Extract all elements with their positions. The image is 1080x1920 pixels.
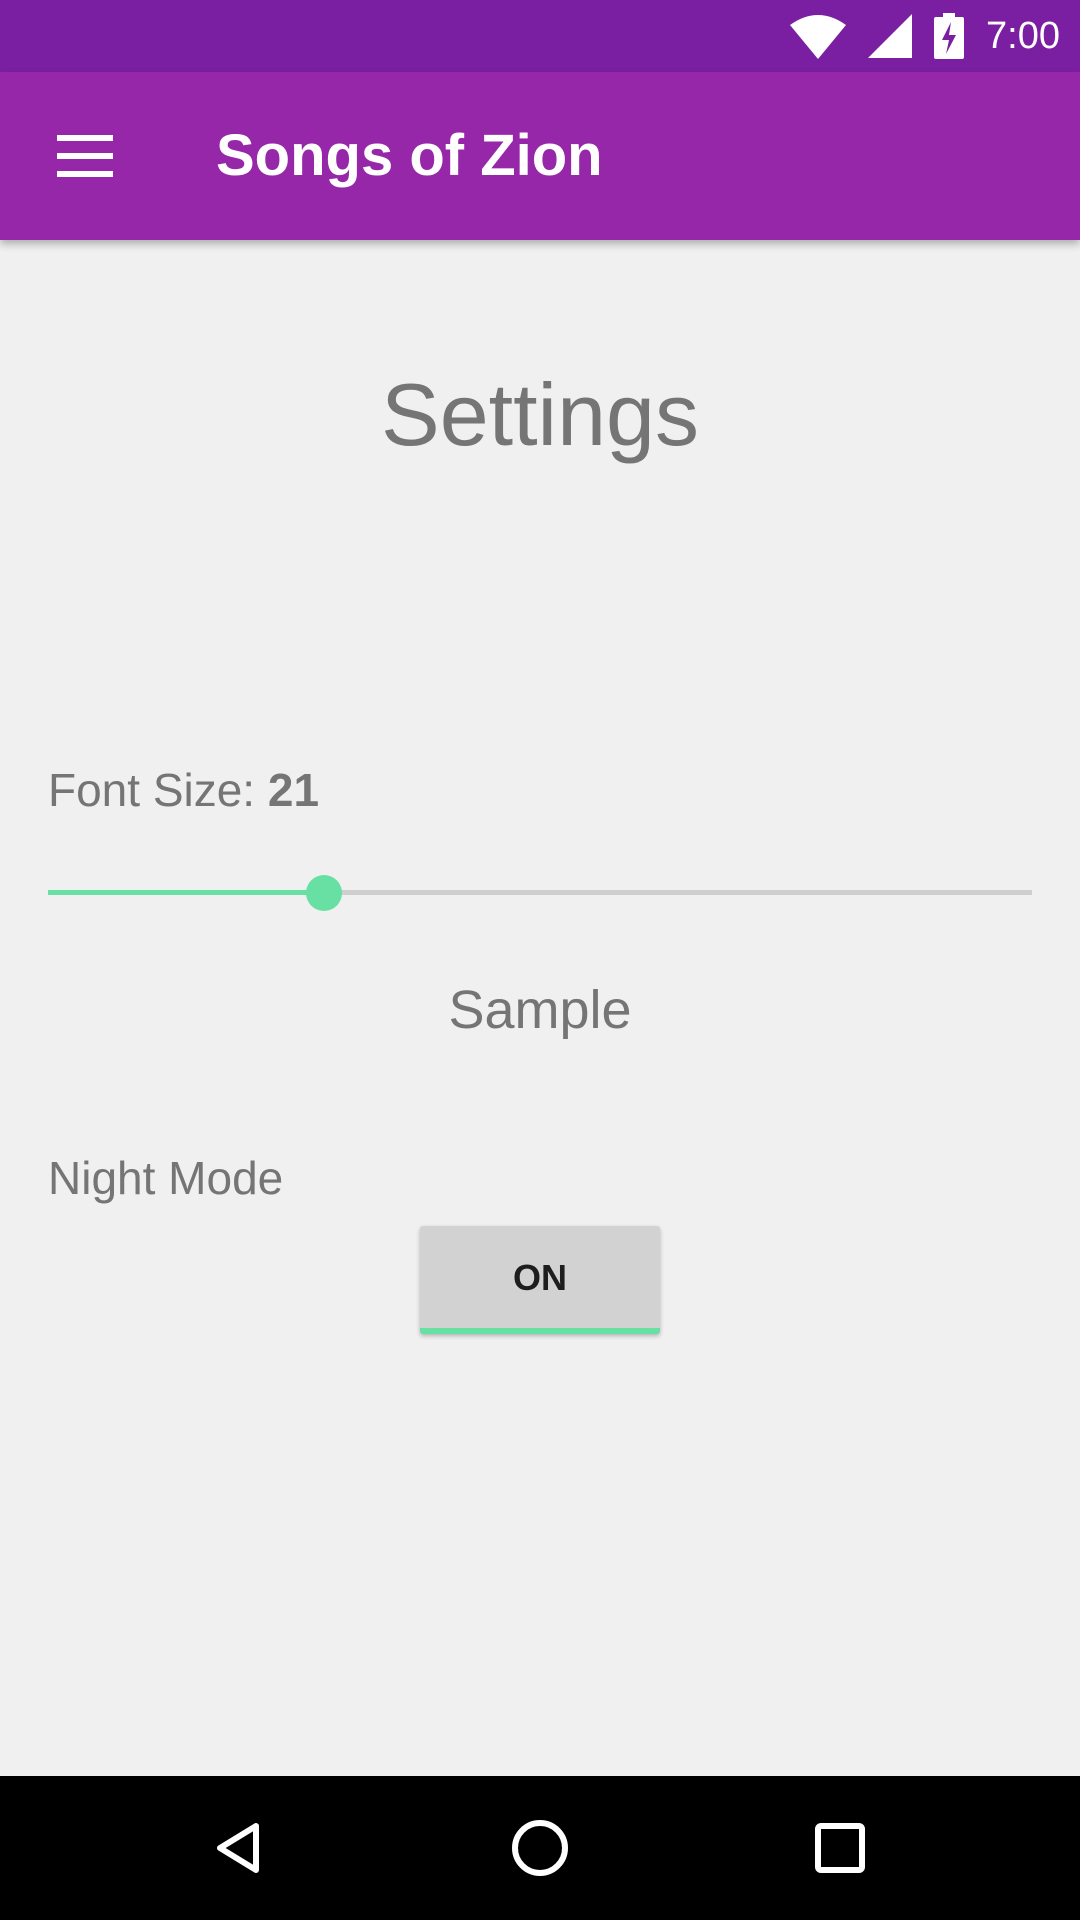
status-time: 7:00 — [986, 15, 1060, 57]
font-size-label: Font Size: 21 — [48, 760, 319, 820]
battery-charging-icon — [934, 13, 965, 59]
hamburger-menu-icon-bar — [57, 153, 113, 159]
home-icon[interactable] — [504, 1812, 576, 1884]
hamburger-menu-icon-bar — [57, 171, 113, 177]
page-title: Settings — [381, 365, 699, 464]
app-bar: Songs of Zion — [0, 72, 1080, 240]
cell-signal-icon — [868, 14, 913, 58]
night-mode-toggle-label: ON — [513, 1257, 567, 1298]
back-icon[interactable] — [204, 1812, 276, 1884]
font-size-label-text: Font Size: — [48, 764, 268, 816]
navigation-bar — [0, 1776, 1080, 1920]
slider-fill — [48, 890, 324, 895]
hamburger-menu-icon — [57, 135, 113, 141]
toggle-on-indicator — [420, 1328, 660, 1334]
wifi-icon — [790, 15, 847, 59]
recents-icon[interactable] — [804, 1812, 876, 1884]
menu-button[interactable] — [40, 116, 130, 196]
font-sample-text: Sample — [448, 980, 632, 1040]
slider-thumb[interactable] — [305, 875, 342, 911]
status-bar: 7:00 — [0, 0, 1080, 72]
font-size-value: 21 — [267, 764, 320, 816]
font-size-slider[interactable] — [48, 868, 1032, 918]
night-mode-label: Night Mode — [48, 1152, 284, 1204]
status-icons: 7:00 — [790, 0, 1060, 72]
screen: 7:00 Songs of Zion Settings Font Size: 2… — [0, 0, 1080, 1920]
night-mode-toggle-button[interactable]: ON — [420, 1226, 660, 1334]
app-title: Songs of Zion — [216, 123, 603, 188]
